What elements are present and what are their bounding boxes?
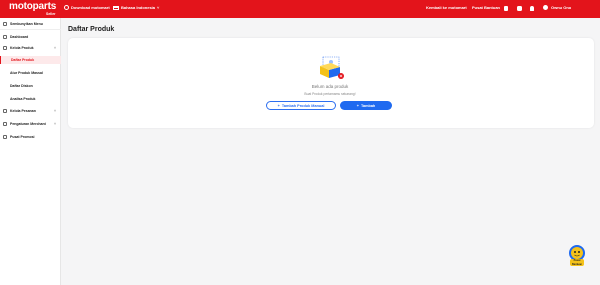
language-selector[interactable]: Bahasa Indonesia ˅ xyxy=(113,5,159,10)
sidebar-item-analisa-produk[interactable]: Analisa Produk xyxy=(0,95,61,103)
cart-icon xyxy=(3,109,7,113)
sidebar-item-kelola-pesanan[interactable]: Kelola Pesanan ˅ xyxy=(0,107,61,115)
home-icon xyxy=(3,35,7,39)
plus-icon: + xyxy=(277,103,280,108)
user-name: Ownu Ono xyxy=(551,5,572,10)
box-icon xyxy=(3,46,7,50)
back-to-store-link[interactable]: Kembali ke motomart xyxy=(426,5,467,10)
megaphone-icon xyxy=(3,135,7,139)
sidebar-item-label: Daftar Diskon xyxy=(10,84,33,88)
avatar[interactable] xyxy=(543,5,548,10)
sidebar: Sembunyikan Menu Dashboard Kelola Produk… xyxy=(0,18,61,285)
chat-icon[interactable] xyxy=(517,6,522,11)
help-center-link[interactable]: Pusat Bantuan xyxy=(472,5,500,10)
logo-subtitle: Seller xyxy=(46,12,56,16)
floating-help-button[interactable]: Pusat Bantuan xyxy=(570,259,584,266)
empty-state-title: Belum ada produk xyxy=(311,84,349,89)
sidebar-item-dashboard[interactable]: Dashboard xyxy=(0,33,61,41)
download-app-link[interactable]: Download motomart xyxy=(64,5,110,10)
chevron-down-icon: ˅ xyxy=(53,109,56,113)
chevron-up-icon: ˄ xyxy=(53,46,56,50)
sidebar-item-label: Dashboard xyxy=(10,35,29,39)
empty-state-subtitle: Buat Produk pertamamu sekarang! xyxy=(304,92,356,96)
sidebar-item-label: Kelola Produk xyxy=(10,46,34,50)
chevron-down-icon: ˅ xyxy=(53,122,56,126)
sidebar-item-kelola-produk[interactable]: Kelola Produk ˄ xyxy=(0,44,61,52)
sidebar-item-atur-produk-massal[interactable]: Atur Produk Massal xyxy=(0,69,61,77)
back-to-store-label: Kembali ke motomart xyxy=(426,5,467,10)
plus-icon: + xyxy=(356,103,359,108)
sidebar-collapse-toggle[interactable]: Sembunyikan Menu xyxy=(0,20,61,28)
add-product-label: Tambah xyxy=(360,103,376,108)
sidebar-item-label: Analisa Produk xyxy=(10,97,36,101)
store-icon xyxy=(3,122,7,126)
sidebar-item-label: Daftar Produk xyxy=(11,58,35,62)
user-menu[interactable]: Ownu Ono xyxy=(551,5,571,10)
sidebar-item-daftar-diskon[interactable]: Daftar Diskon xyxy=(0,82,61,90)
add-product-button[interactable]: + Tambah xyxy=(340,101,392,110)
divider xyxy=(0,29,61,30)
clipboard-icon[interactable] xyxy=(504,6,508,11)
add-manual-product-label: Tambah Produk Manual xyxy=(281,103,325,108)
sidebar-item-pengaturan-merchant[interactable]: Pengaturan Merchant ˅ xyxy=(0,120,61,128)
logo-text: motoparts xyxy=(9,1,57,12)
flag-icon xyxy=(113,5,119,10)
language-label: Bahasa Indonesia xyxy=(121,5,156,10)
phone-icon xyxy=(64,5,69,10)
sidebar-item-label: Kelola Pesanan xyxy=(10,109,36,113)
sidebar-item-pusat-promosi[interactable]: Pusat Promosi xyxy=(0,133,61,141)
help-center-label: Pusat Bantuan xyxy=(472,5,501,10)
app-logo[interactable]: motoparts Seller xyxy=(9,1,57,17)
bell-icon[interactable] xyxy=(530,6,534,11)
sidebar-item-label: Atur Produk Massal xyxy=(10,71,43,75)
download-app-label: Download motomart xyxy=(71,5,110,10)
top-navigation-bar: motoparts Seller Download motomart Bahas… xyxy=(0,0,600,18)
chevron-down-icon: ˅ xyxy=(157,5,160,10)
sidebar-item-label: Pengaturan Merchant xyxy=(10,122,46,126)
menu-collapse-icon xyxy=(3,22,7,26)
empty-box-illustration-icon xyxy=(320,56,344,79)
sidebar-collapse-label: Sembunyikan Menu xyxy=(10,22,43,26)
add-manual-product-button[interactable]: + Tambah Produk Manual xyxy=(266,101,336,110)
sidebar-item-daftar-produk[interactable]: Daftar Produk xyxy=(0,56,61,64)
product-list-card xyxy=(68,38,594,128)
sidebar-item-label: Pusat Promosi xyxy=(10,135,35,139)
page-title: Daftar Produk xyxy=(68,26,115,33)
